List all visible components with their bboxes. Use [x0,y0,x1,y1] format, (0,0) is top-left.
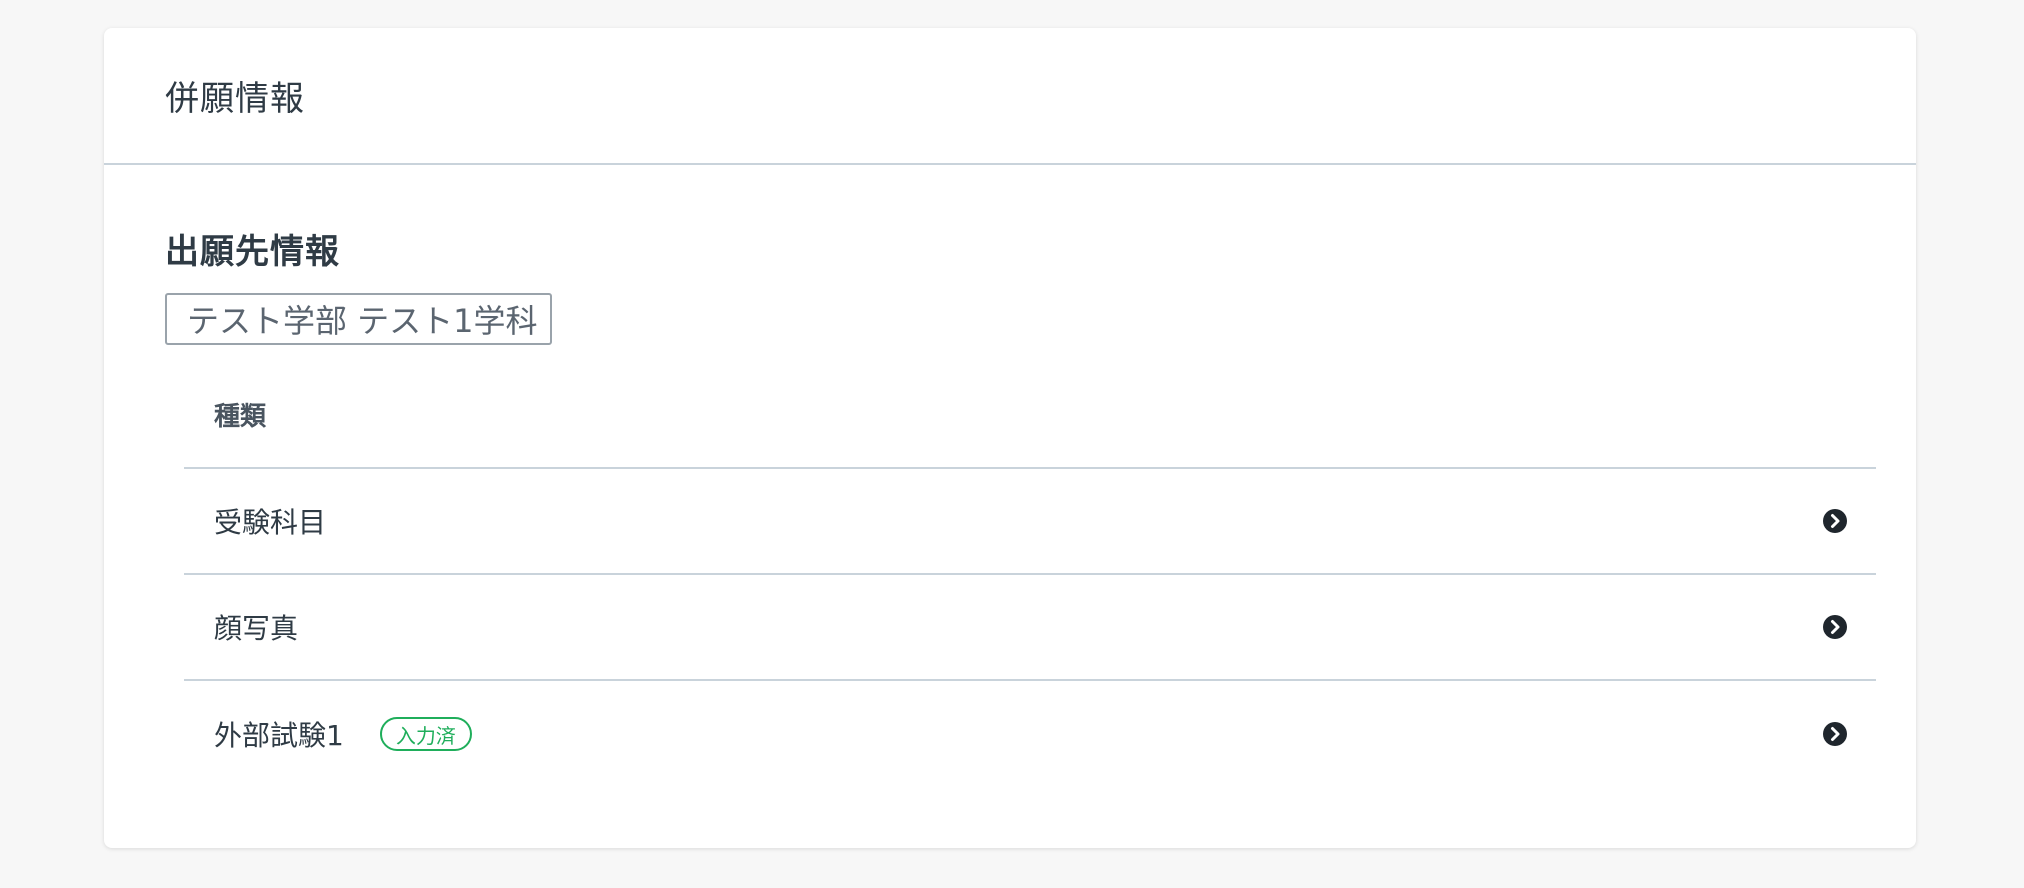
department-tag: テスト学部 テスト1学科 [165,293,552,345]
document-type-table: 種類 受験科目 顔写真 外部試験1 入力済 [184,361,1876,787]
card-header: 併願情報 [104,28,1916,165]
status-badge: 入力済 [379,717,472,751]
card-title: 併願情報 [165,79,305,119]
chevron-circle-right-icon[interactable] [1822,721,1848,747]
section-title: 出願先情報 [165,232,340,272]
column-header-type: 種類 [214,401,267,432]
table-row-face-photo[interactable]: 顔写真 [184,575,1876,681]
chevron-circle-right-icon[interactable] [1822,614,1848,640]
chevron-circle-right-icon[interactable] [1822,508,1848,534]
row-label: 顔写真 [214,612,299,645]
application-info-card: 併願情報 出願先情報 テスト学部 テスト1学科 種類 受験科目 顔写真 外部試験… [104,28,1916,848]
table-row-external-exam-1[interactable]: 外部試験1 入力済 [184,681,1876,787]
row-label: 外部試験1 [214,719,344,752]
row-label: 受験科目 [214,506,327,539]
table-header: 種類 [184,361,1876,469]
table-row-exam-subjects[interactable]: 受験科目 [184,469,1876,575]
